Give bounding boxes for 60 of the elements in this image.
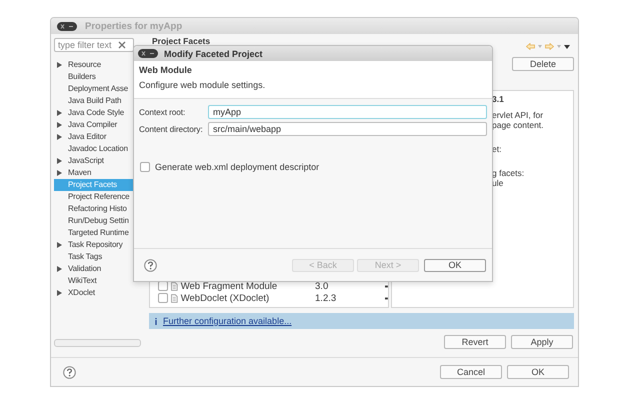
expand-icon[interactable] — [57, 266, 62, 272]
tree-item[interactable]: Run/Debug Settin — [54, 215, 134, 227]
configuration-link[interactable]: Further configuration available... — [163, 316, 292, 326]
help-icon[interactable] — [144, 258, 157, 272]
facet-name: Web Fragment Module — [180, 280, 278, 292]
tree-item[interactable]: XDoclet — [54, 287, 134, 299]
dropdown-icon[interactable] — [385, 284, 388, 288]
details-text: 3.1 — [492, 94, 505, 104]
tree-item[interactable]: Java Compiler — [54, 119, 134, 131]
delete-button[interactable]: Delete — [512, 57, 574, 71]
tree-item[interactable]: Validation — [54, 263, 134, 275]
dropdown-icon[interactable] — [385, 296, 388, 300]
help-icon[interactable] — [63, 366, 76, 378]
scrollbar[interactable] — [54, 339, 141, 347]
checkbox-label: Generate web.xml deployment descriptor — [155, 162, 320, 172]
file-icon — [171, 294, 178, 302]
tree-item[interactable]: Refactoring Histo — [54, 203, 134, 215]
facet-version: 3.0 — [315, 280, 330, 292]
tree-item[interactable]: Javadoc Location — [54, 143, 134, 155]
tree-item[interactable]: Maven — [54, 167, 134, 179]
tree-item[interactable]: Task Repository — [54, 239, 134, 251]
tree-item[interactable]: Resource — [54, 59, 134, 71]
field-label: Context root: — [139, 107, 186, 117]
window-title: Properties for myApp — [85, 20, 182, 32]
tree-item[interactable]: Java Code Style — [54, 107, 134, 119]
field-label: Content directory: — [139, 124, 204, 134]
text-field[interactable]: src/main/webapp — [208, 122, 487, 136]
tree-item[interactable]: JavaScript — [54, 155, 134, 167]
expand-icon[interactable] — [57, 62, 62, 68]
text-field[interactable]: myApp — [208, 105, 487, 119]
page-title: Project Facets — [152, 36, 210, 46]
window-controls-icon[interactable] — [57, 22, 77, 30]
window-controls-icon[interactable] — [138, 49, 158, 58]
section-description: Configure web module settings. — [139, 80, 266, 90]
expand-icon[interactable] — [57, 290, 62, 296]
dialog-button[interactable]: Cancel — [440, 365, 502, 379]
menu-icon[interactable] — [564, 44, 570, 48]
tree-item[interactable]: Targeted Runtime — [54, 227, 134, 239]
checkbox[interactable] — [158, 293, 168, 303]
checkbox[interactable] — [158, 281, 168, 291]
dialog-title: Modify Faceted Project — [164, 48, 263, 58]
tree-item[interactable]: Builders — [54, 71, 134, 83]
tree-item[interactable]: Deployment Asse — [54, 83, 134, 95]
tree-item[interactable]: WikiText — [54, 275, 134, 287]
facet-name: WebDoclet (XDoclet) — [180, 292, 270, 304]
expand-icon[interactable] — [57, 242, 62, 248]
section-heading: Web Module — [139, 65, 193, 75]
tree-item[interactable]: Task Tags — [54, 251, 134, 263]
page-button[interactable]: Revert — [444, 335, 506, 349]
details-text: ervlet API, for — [492, 110, 544, 120]
tree-item[interactable]: Project Reference — [54, 191, 134, 203]
filter-field[interactable]: type filter text — [54, 38, 134, 52]
dialog-button[interactable]: OK — [507, 365, 569, 379]
clear-icon[interactable] — [118, 41, 126, 49]
tree-item[interactable]: Java Editor — [54, 131, 134, 143]
page-button[interactable]: Apply — [511, 335, 573, 349]
facet-version: 1.2.3 — [315, 292, 338, 304]
checkbox[interactable] — [140, 162, 150, 172]
wizard-button[interactable]: OK — [424, 258, 486, 272]
tree-item[interactable]: Java Build Path — [54, 95, 134, 107]
